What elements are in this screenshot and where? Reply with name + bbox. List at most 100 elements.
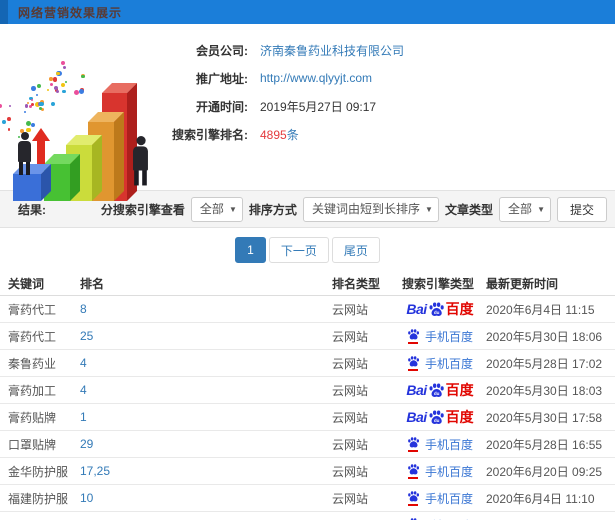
baidu-mobile-logo: 手机百度 [407,328,473,345]
rank-link[interactable]: 8 [80,302,87,316]
rank-link[interactable]: 1 [80,410,87,424]
filter-controls: 分搜索引擎查看 全部 ▼ 排序方式 关键词由短到长排序 ▼ 文章类型 全部 ▼ … [100,196,607,222]
confetti-dot [30,98,33,101]
keyword-cell: 膏药加工 [8,383,57,398]
member-info-section: 会员公司: 济南秦鲁药业科技有限公司 推广地址: http://www.qlyyjt.… [0,24,615,201]
rank-cell: 17,25 [80,464,328,478]
updated-cell: 2020年5月28日 17:02 [486,356,603,371]
confetti-dot [78,88,84,94]
confetti-dot [49,77,53,81]
rank-link[interactable]: 10 [80,491,93,505]
engine-cell: Bai du 百度 [400,380,480,400]
confetti-dot [55,90,60,94]
type-filter-value: 全部 [507,201,532,216]
confetti-dot [46,89,49,92]
pagination: 1 下一页 尾页 [0,228,615,272]
leg [134,170,139,186]
info-label: 搜索引擎排名: [172,127,248,142]
keyword-cell: 口罩贴牌 [8,437,57,452]
column-header: 排名类型 [332,277,381,291]
engine-filter-label: 分搜索引擎查看 [100,202,185,217]
results-table: 关键词 排名 排名类型 搜索引擎类型 最新更新时间 膏药代工 8 云网站 Bai du 百度 2020… [0,272,615,520]
growth-chart-clipart [0,32,180,201]
confetti-dot [50,101,55,106]
caret-down-icon: ▼ [229,204,237,214]
confetti-dot [65,80,68,83]
submit-button[interactable]: 提交 [556,196,607,222]
confetti-dot [6,117,11,122]
leg [142,170,147,186]
baidu-mobile-logo: 手机百度 [407,355,473,372]
arrow-head [32,128,50,141]
keyword-cell: 膏药代工 [8,302,57,317]
info-row: 搜索引擎排名: 4895条 [160,120,605,148]
column-header: 关键词 [8,277,45,291]
engine-cell: Bai du 百度 [400,407,480,427]
info-label: 会员公司: [196,43,248,58]
rank-type-cell: 云网站 [332,329,369,344]
confetti-dot [30,122,36,128]
person-head [135,136,146,146]
rank-cell: 4 [80,356,328,370]
baidu-underline [408,369,419,371]
sort-filter-label: 排序方式 [248,202,297,217]
rank-link[interactable]: 17,25 [80,464,110,478]
caret-down-icon: ▼ [425,204,433,214]
last-page[interactable]: 尾页 [331,237,380,263]
rank-cell: 8 [80,302,328,316]
table-row: 手机百度 [0,512,615,520]
updated-cell: 2020年5月30日 18:03 [486,383,603,398]
confetti-dot [81,75,85,79]
column-header: 排名 [80,277,105,291]
confetti-dot [7,128,10,131]
confetti-dot [8,104,12,108]
page-1[interactable]: 1 [235,237,266,263]
svg-text:du: du [433,309,439,314]
updated-cell: 2020年6月20日 09:25 [486,464,603,479]
baidu-mobile-logo: 手机百度 [407,463,473,480]
rank-link[interactable]: 25 [80,329,93,343]
leg [19,162,23,175]
next-page[interactable]: 下一页 [268,237,329,263]
marketing-report-page: 网络营销效果展示 会员公司: 济南秦鲁药业科技有限公司 推广地址: http://ww… [0,0,615,520]
rank-link[interactable]: 4 [80,383,87,397]
rank-cell: 4 [80,383,328,397]
rank-cell: 1 [80,410,328,424]
info-value-link[interactable]: http://www.qlyyjt.com [260,71,372,85]
keyword-cell: 金华防护服 [8,464,69,479]
info-label: 开通时间: [196,99,248,114]
type-filter-select[interactable]: 全部 ▼ [498,196,551,222]
engine-cell: 手机百度 [400,355,480,372]
confetti-dot [0,103,3,109]
title-bar: 网络营销效果展示 [0,0,615,24]
info-value: 2019年5月27日 09:17 [260,99,377,114]
confetti-dot [23,110,27,114]
engine-cell: Bai du 百度 [400,299,480,319]
confetti-dot [25,104,29,108]
rank-link[interactable]: 4 [80,356,87,370]
keyword-cell: 膏药代工 [8,329,57,344]
rank-link[interactable]: 29 [80,437,93,451]
baidu-underline [408,504,419,506]
baidu-paw-icon [408,356,420,367]
rank-cell: 25 [80,329,328,343]
table-row: 金华防护服 17,25 云网站 手机百度 2020年6月20日 09:25 [0,458,615,485]
person-head [20,132,29,140]
engine-filter-value: 全部 [199,201,224,216]
person-figure [133,136,148,186]
type-filter-label: 文章类型 [444,202,493,217]
confetti-dot [60,60,66,65]
confetti-dot [38,106,43,110]
baidu-paw-icon [408,329,420,340]
rank-type-cell: 云网站 [332,302,369,317]
engine-filter-select[interactable]: 全部 ▼ [190,196,243,222]
keyword-cell: 秦鲁药业 [8,356,57,371]
baidu-underline [408,450,419,452]
info-value-link[interactable]: 济南秦鲁药业科技有限公司 [260,42,404,59]
growth-arrow-icon [32,128,50,167]
sort-filter-select[interactable]: 关键词由短到长排序 ▼ [302,196,439,222]
rank-cell: 10 [80,491,328,505]
caret-down-icon: ▼ [537,204,545,214]
baidu-paw-icon: du [429,302,444,316]
baidu-underline [408,477,419,479]
